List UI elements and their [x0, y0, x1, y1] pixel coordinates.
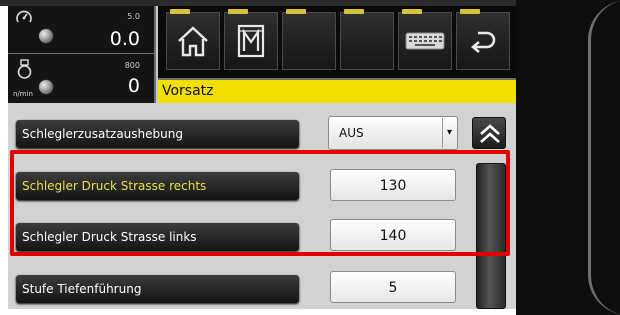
scroll-up-button[interactable]	[472, 117, 506, 149]
rpm-unit: n/min	[13, 90, 33, 98]
param-label-druck-rechts[interactable]: Schlegler Druck Strasse rechts	[16, 172, 299, 200]
tiefenfuehrung-value-field[interactable]: 5	[330, 271, 456, 303]
rpm-max-value: 800	[124, 61, 140, 70]
dropdown-arrow-icon[interactable]: ▾	[442, 118, 456, 148]
page-title: Vorsatz	[162, 83, 214, 99]
keyboard-button[interactable]	[398, 9, 452, 70]
param-label-zusatzaushebung[interactable]: Schleglerzusatzaushebung	[16, 120, 299, 148]
param-label-tiefenfuehrung[interactable]: Stufe Tiefenführung	[16, 275, 299, 303]
rpm-value: 0	[127, 75, 140, 97]
machine-icon	[236, 23, 266, 59]
param-label-druck-links[interactable]: Schlegler Druck Strasse links	[16, 223, 299, 251]
home-button[interactable]	[166, 9, 220, 70]
toolbar-button-3[interactable]	[282, 9, 336, 70]
druck-links-value-field[interactable]: 140	[330, 219, 456, 251]
home-icon	[175, 24, 211, 58]
toolbar	[158, 6, 516, 78]
toolbar-button-4[interactable]	[340, 9, 394, 70]
speedometer-icon	[16, 10, 32, 28]
vertical-scrollbar[interactable]	[476, 163, 506, 309]
device-bezel-edge	[588, 0, 620, 315]
back-icon	[468, 28, 498, 54]
status-panel: 5.0 0.0 n/min 800 0	[8, 6, 156, 103]
page-title-bar: Vorsatz	[158, 78, 516, 103]
druck-rechts-value-field[interactable]: 130	[330, 169, 456, 201]
keyboard-icon	[405, 32, 445, 50]
double-chevron-up-icon	[473, 124, 507, 154]
rpm-icon	[16, 59, 33, 80]
speed-max-value: 5.0	[127, 12, 140, 21]
speed-status: 5.0 0.0	[8, 6, 154, 54]
back-button[interactable]	[456, 9, 510, 70]
machine-button[interactable]	[224, 9, 278, 70]
zusatzaushebung-selected-value: AUS	[339, 126, 364, 140]
rpm-led-indicator	[38, 79, 54, 95]
rpm-status: n/min 800 0	[8, 55, 154, 103]
zusatzaushebung-select[interactable]: AUS ▾	[328, 116, 458, 150]
terminal-screen: 5.0 0.0 n/min 800 0 Vorsatz Schleglerzus…	[8, 6, 516, 309]
speed-led-indicator	[38, 28, 54, 44]
speed-value: 0.0	[109, 28, 140, 50]
parameter-list: Schleglerzusatzaushebung AUS ▾ Schlegler…	[8, 103, 516, 309]
